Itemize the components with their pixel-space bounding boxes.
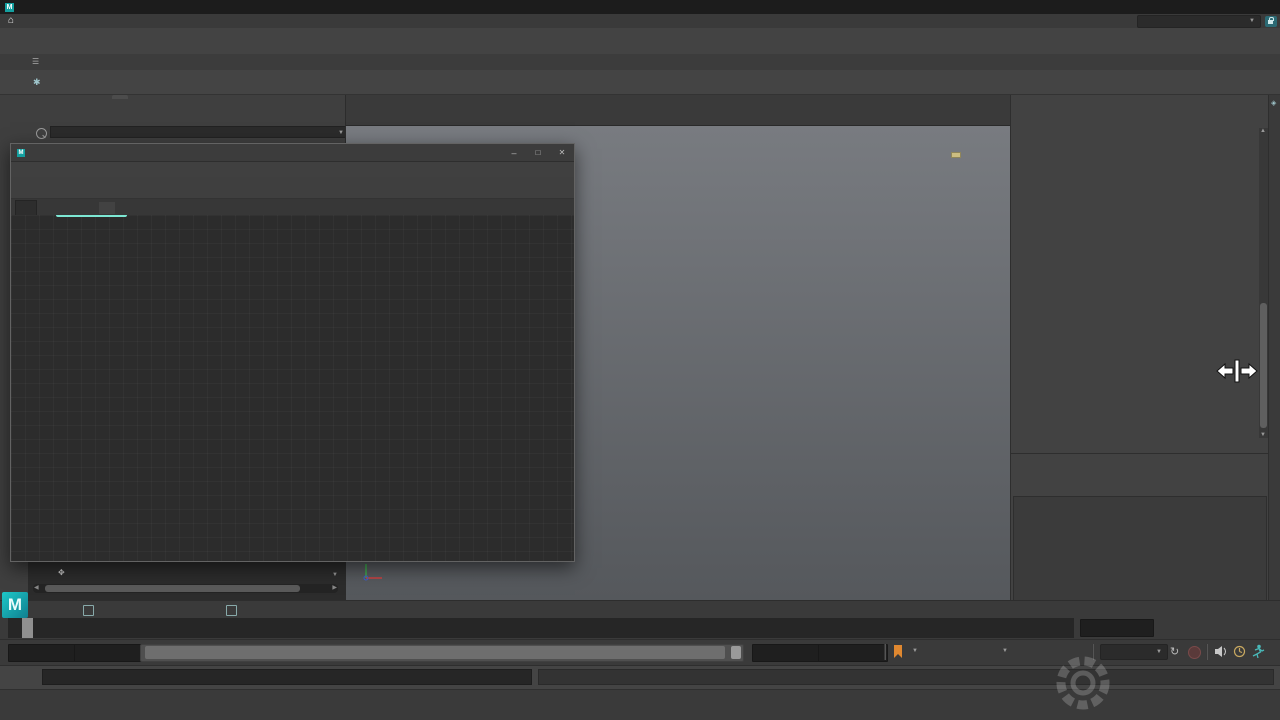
sound-icon[interactable] [1214,645,1228,658]
playback-speed-clock-icon[interactable] [1233,645,1246,658]
set-key-bookmark-icon[interactable] [892,644,904,660]
main-menu-bar: ⌂ ▼ [0,14,1280,29]
viewport-icon-bar [346,110,1011,126]
node-editor-title-bar[interactable]: M – □ ✕ [11,144,574,162]
time-slider[interactable] [0,617,1280,639]
playback-controls [1150,619,1278,637]
outliner-search-input[interactable] [50,126,350,138]
camera-badge [951,152,961,158]
node-editor-window: M – □ ✕ [10,143,575,562]
tab-add-button[interactable] [99,202,115,214]
node-editor-canvas[interactable] [11,215,574,561]
home-icon[interactable]: ⌂ [0,14,22,28]
channel-attribute-list [1013,128,1259,438]
maya-application-window: M ⌂ ▼ ☰ ✱ ▼ ✥ ▼ [0,0,1280,720]
shelf-gear-icon[interactable]: ✱ [33,76,45,88]
anim-prefs-runner-icon[interactable] [1251,644,1265,659]
ne-close-button[interactable]: ✕ [550,148,574,157]
help-line [0,689,1280,720]
right-side-tab-strip: ◈ [1268,95,1280,600]
current-frame-field[interactable] [1080,619,1154,637]
blendshape-node[interactable] [56,215,127,217]
node-editor-tab-bar [11,199,574,215]
workspace-lock-icon[interactable] [1265,16,1277,27]
maya-doc-icon: M [17,149,25,157]
shelf-item-row [0,70,1280,95]
shelf-tab-bar [0,54,1280,70]
node-item-icon: ✥ [58,568,65,577]
playback-loop-icon[interactable]: ↻ [1170,645,1179,658]
docked-node-editor-strip: ✥ ▼ ◀ ▶ [28,561,345,601]
layer-editor [1011,453,1269,601]
tab-untitled-1[interactable] [15,200,37,216]
docked-caret-icon[interactable]: ▼ [332,572,338,578]
title-bar: M [0,0,1280,14]
horizontal-scrollbar[interactable]: ◀ ▶ [33,584,338,593]
animation-start-field[interactable] [8,644,78,662]
current-time-marker[interactable] [22,618,33,638]
range-slider-handle[interactable] [731,646,741,659]
auto-key-icon[interactable] [1188,646,1201,659]
maya-app-icon: M [5,3,14,12]
command-line [0,665,1280,690]
maya-logo-badge: M [2,592,28,618]
outliner-tab[interactable] [112,95,128,99]
character-set-caret-icon[interactable]: ▼ [912,648,918,654]
layer-list [1013,496,1267,601]
status-line-toolbar [0,28,1280,55]
node-editor-toolbar [11,177,574,199]
animation-end-field[interactable] [818,644,888,662]
range-slider-bar[interactable] [145,646,725,659]
graph-editor-icon [83,605,94,616]
outliner-search-caret-icon[interactable]: ▼ [338,130,344,136]
range-slider-row: ▼ ▼ ▼ ↻ [0,639,1280,666]
scrollbar-thumb[interactable] [45,585,300,592]
range-slider-track[interactable] [140,644,744,662]
anim-layer-caret-icon[interactable]: ▼ [1002,648,1008,654]
mouse-cursor-scrub [1216,358,1258,384]
channel-box-panel: ▲ ▼ [1010,95,1269,600]
command-input-field[interactable] [42,669,532,685]
timeline-tab-row [0,600,1280,618]
workspace-selector[interactable]: ▼ [1137,15,1261,28]
playback-start-field[interactable] [74,644,144,662]
time-editor-icon [226,605,237,616]
playback-end-field[interactable] [752,644,822,662]
panel-pin-icon[interactable]: ◈ [1271,99,1276,107]
ne-maximize-button[interactable]: □ [526,148,550,157]
channel-scrollbar-thumb[interactable] [1260,303,1267,428]
channel-scrollbar[interactable]: ▲ ▼ [1259,128,1268,438]
fps-selector[interactable]: ▼ [1100,644,1168,660]
shelf-menu-icon[interactable]: ☰ [32,57,44,67]
command-result-field[interactable] [538,669,1274,685]
ne-minimize-button[interactable]: – [502,148,526,158]
